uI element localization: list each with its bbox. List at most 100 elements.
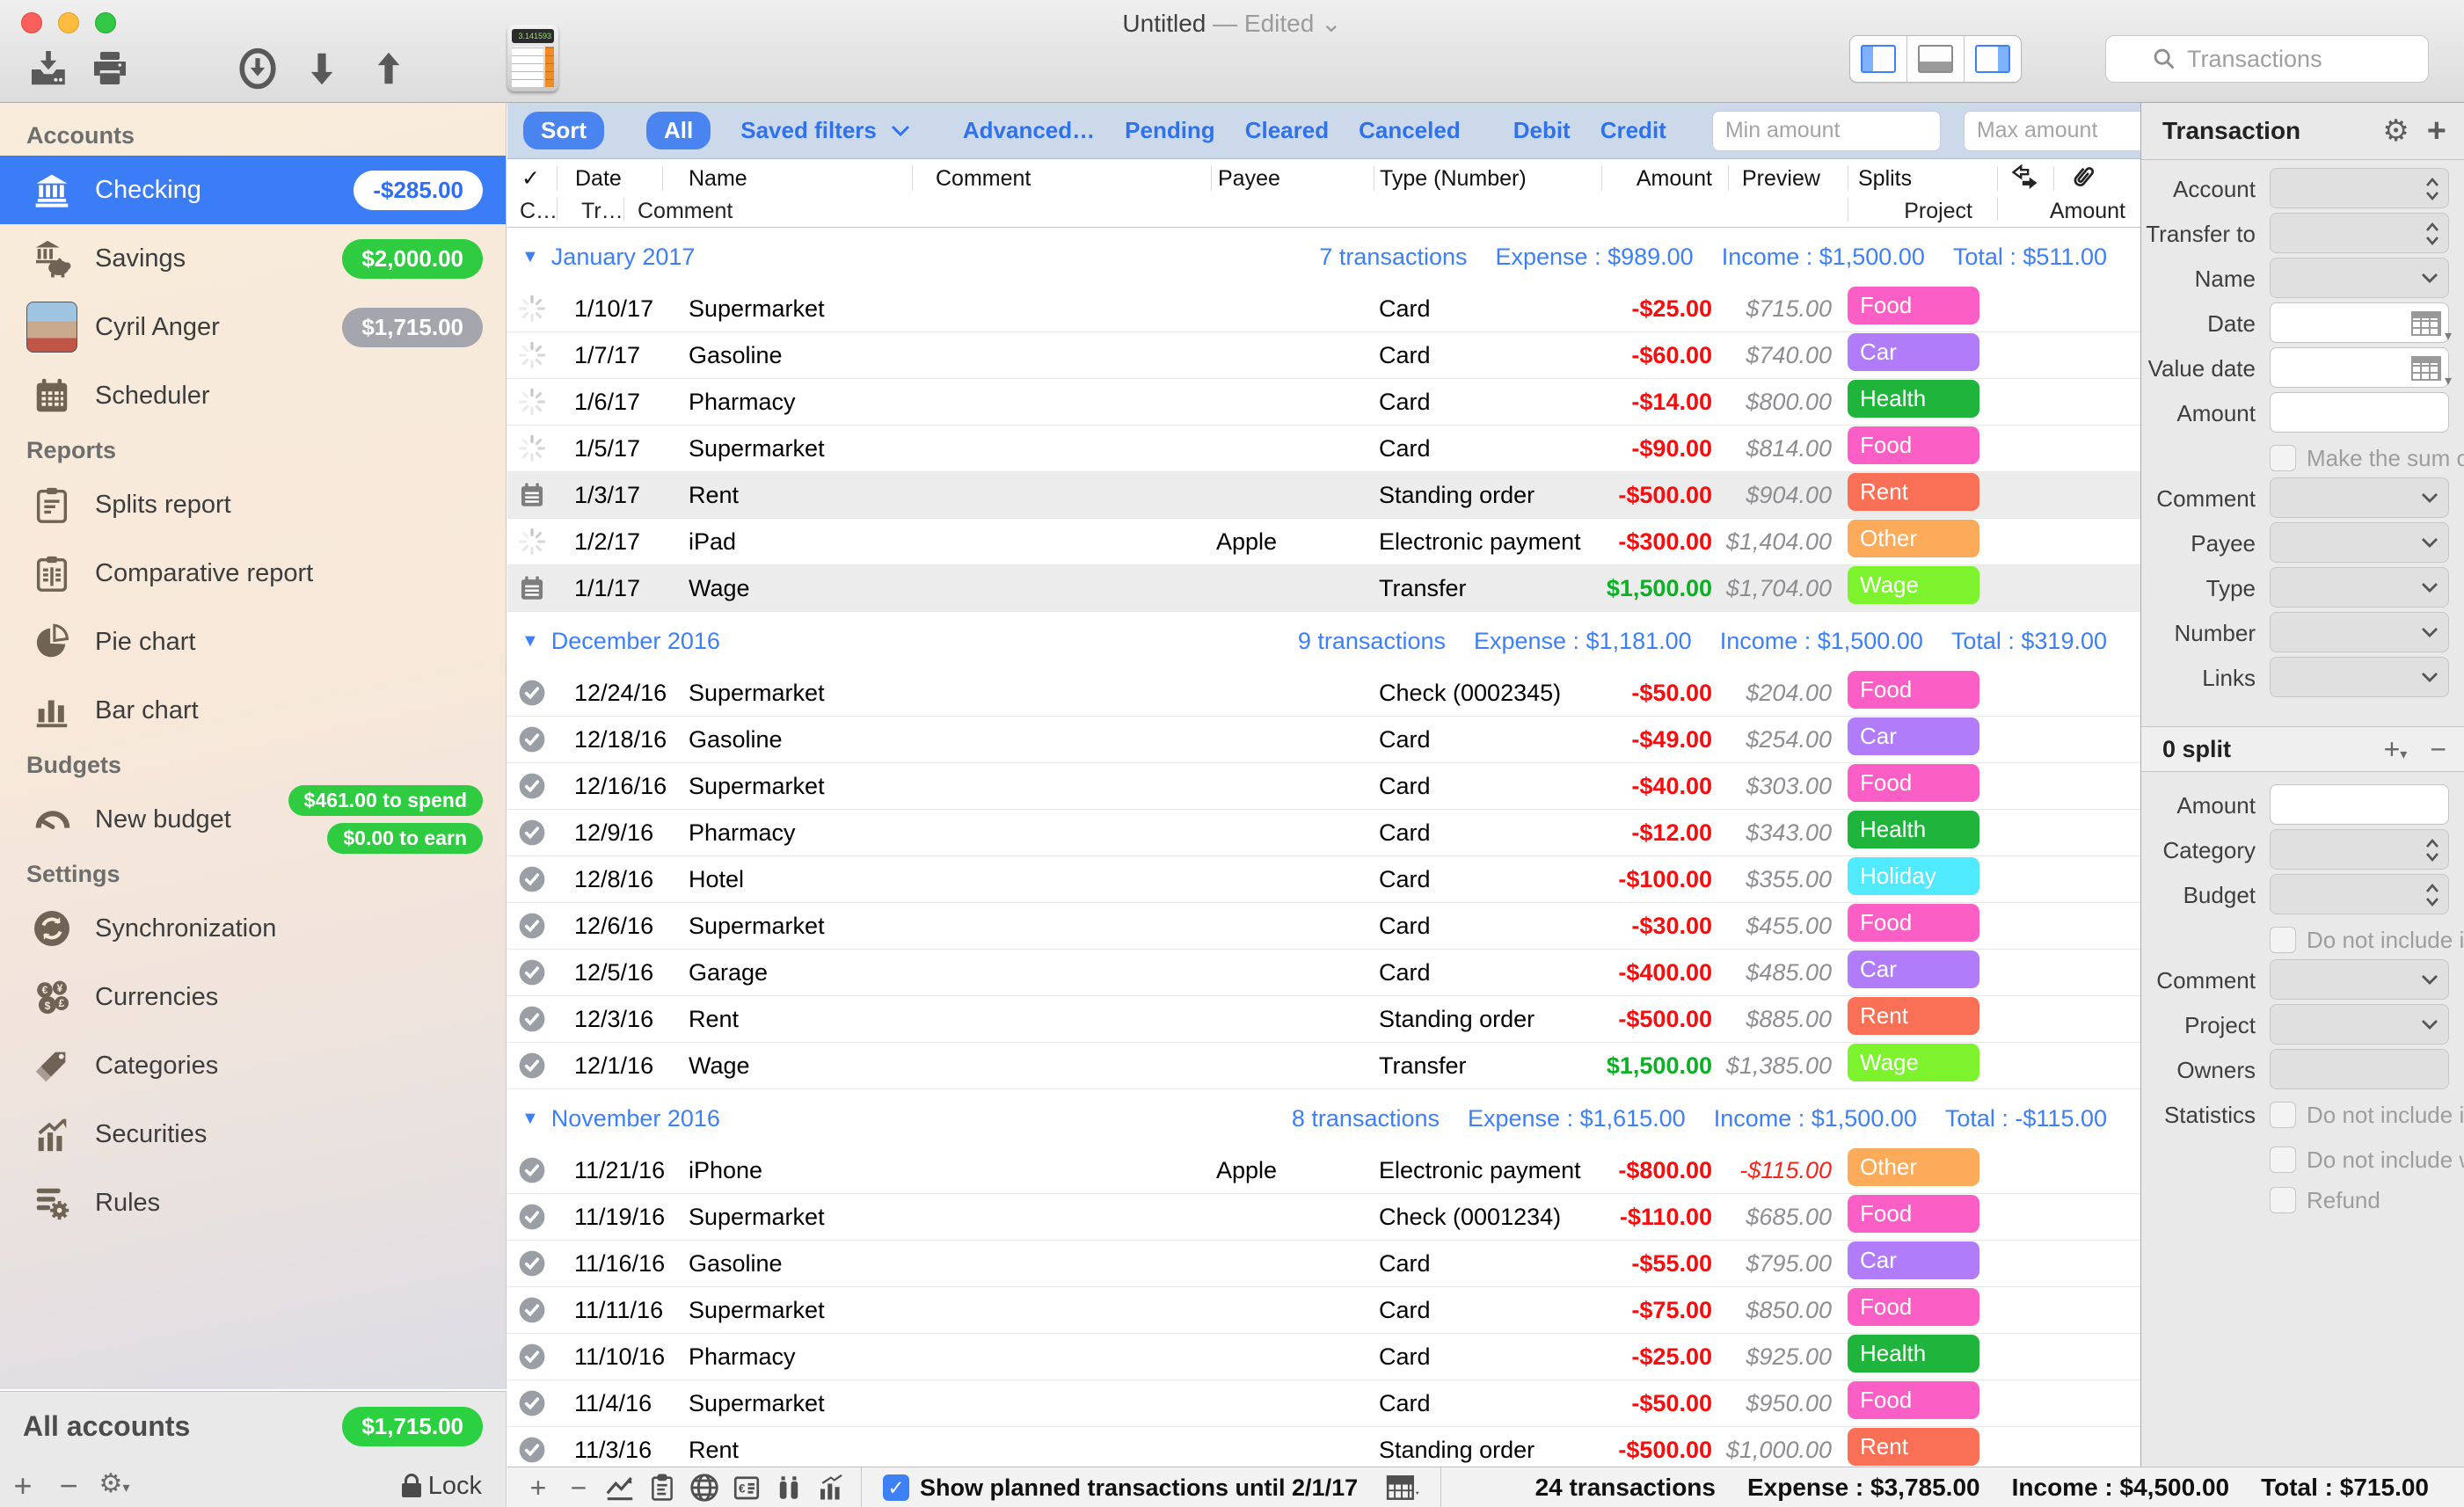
- split-field-checkbox[interactable]: [2270, 1187, 2296, 1213]
- show-planned-checkbox[interactable]: ✓: [883, 1474, 909, 1501]
- transaction-row[interactable]: 11/10/16PharmacyCard-$25.00$925.00Health: [507, 1334, 2140, 1380]
- col-payee[interactable]: Payee: [1218, 164, 1280, 193]
- sidebar-item-rules[interactable]: Rules: [0, 1168, 506, 1237]
- toggle-bottom-bar[interactable]: [1906, 36, 1964, 82]
- category-badge[interactable]: Food: [1848, 1381, 1979, 1419]
- col-attachment-icon[interactable]: [2066, 161, 2099, 189]
- chevron-down-icon[interactable]: [2420, 671, 2439, 683]
- transaction-row[interactable]: 12/24/16SupermarketCheck (0002345)-$50.0…: [507, 670, 2140, 717]
- category-badge[interactable]: Health: [1848, 1335, 1979, 1372]
- chevron-down-icon[interactable]: [2420, 272, 2439, 284]
- chevron-down-icon[interactable]: [2420, 1018, 2439, 1030]
- transaction-row[interactable]: 1/1/17WageTransfer$1,500.00$1,704.00Wage: [507, 565, 2140, 612]
- disclosure-triangle-icon[interactable]: ▼: [521, 1109, 539, 1129]
- col-name[interactable]: Name: [689, 164, 747, 193]
- inspector-field-account-stepper[interactable]: [2270, 168, 2449, 208]
- sidebar-gear-icon[interactable]: ⚙▾: [91, 1465, 137, 1507]
- toggle-right-sidebar[interactable]: [1964, 36, 2021, 82]
- transaction-row[interactable]: 12/9/16PharmacyCard-$12.00$343.00Health: [507, 810, 2140, 856]
- transaction-row[interactable]: 11/21/16iPhoneAppleElectronic payment-$8…: [507, 1147, 2140, 1194]
- sort-button[interactable]: Sort: [523, 112, 604, 149]
- inspector-field-payee-dropdown[interactable]: [2270, 522, 2449, 563]
- inspector-add-icon[interactable]: +: [2427, 113, 2446, 150]
- chevron-down-icon[interactable]: [2420, 581, 2439, 593]
- sidebar-item-comparative-report[interactable]: Comparative report: [0, 539, 506, 608]
- split-field-amount-input[interactable]: [2270, 784, 2449, 825]
- split-field-checkbox[interactable]: [2270, 927, 2296, 953]
- category-badge[interactable]: Holiday: [1848, 857, 1979, 895]
- add-transaction-button[interactable]: +: [518, 1472, 558, 1504]
- sidebar-item-securities[interactable]: Securities: [0, 1100, 506, 1168]
- transaction-row[interactable]: 1/2/17iPadAppleElectronic payment-$300.0…: [507, 519, 2140, 565]
- transaction-row[interactable]: 12/18/16GasolineCard-$49.00$254.00Car: [507, 717, 2140, 763]
- sidebar-item-savings[interactable]: Savings$2,000.00: [0, 224, 506, 293]
- calendar-picker-icon[interactable]: ▾: [2411, 311, 2441, 336]
- chevron-down-icon[interactable]: [2420, 973, 2439, 986]
- transaction-row[interactable]: 12/5/16GarageCard-$400.00$485.00Car: [507, 950, 2140, 996]
- transaction-row[interactable]: 11/4/16SupermarketCard-$50.00$950.00Food: [507, 1380, 2140, 1427]
- inspector-field-type-dropdown[interactable]: [2270, 567, 2449, 608]
- category-badge[interactable]: Other: [1848, 1148, 1979, 1186]
- category-badge[interactable]: Rent: [1848, 997, 1979, 1035]
- stepper-icon[interactable]: [2424, 881, 2441, 909]
- split-field-project-dropdown[interactable]: [2270, 1004, 2449, 1045]
- title-chevron-down-icon[interactable]: ⌄: [1321, 10, 1341, 37]
- inspector-field-name-dropdown[interactable]: [2270, 258, 2449, 298]
- category-badge[interactable]: Other: [1848, 520, 1979, 557]
- web-icon[interactable]: [683, 1471, 725, 1504]
- advanced-filter-button[interactable]: Advanced…: [963, 117, 1095, 144]
- subcol-comment[interactable]: Comment: [638, 198, 733, 224]
- col-amount[interactable]: Amount: [1601, 164, 1712, 193]
- balance-graph-icon[interactable]: [599, 1471, 641, 1504]
- category-badge[interactable]: Food: [1848, 671, 1979, 709]
- category-badge[interactable]: Food: [1848, 764, 1979, 802]
- sidebar-item-pie-chart[interactable]: Pie chart: [0, 608, 506, 676]
- category-badge[interactable]: Car: [1848, 950, 1979, 988]
- disclosure-triangle-icon[interactable]: ▼: [521, 247, 539, 267]
- inspector-field-number-dropdown[interactable]: [2270, 612, 2449, 652]
- saved-filters-chevron-icon[interactable]: [891, 125, 910, 137]
- inspector-field-comment-dropdown[interactable]: [2270, 477, 2449, 518]
- disclosure-triangle-icon[interactable]: ▼: [521, 631, 539, 652]
- stepper-icon[interactable]: [2424, 175, 2441, 203]
- sidebar-item-splits-report[interactable]: Splits report: [0, 470, 506, 539]
- print-icon[interactable]: [79, 44, 141, 93]
- transaction-row[interactable]: 1/5/17SupermarketCard-$90.00$814.00Food: [507, 426, 2140, 472]
- inspector-field-value-date-date[interactable]: ▾: [2270, 347, 2449, 388]
- category-badge[interactable]: Food: [1848, 1195, 1979, 1233]
- stepper-icon[interactable]: [2424, 220, 2441, 248]
- group-header[interactable]: ▼January 20177 transactionsExpense : $98…: [507, 228, 2140, 286]
- inspector-field-date-date[interactable]: ▾: [2270, 302, 2449, 343]
- category-badge[interactable]: Health: [1848, 380, 1979, 418]
- sidebar-item-cyril-anger[interactable]: Cyril Anger$1,715.00: [0, 293, 506, 361]
- remove-transaction-button[interactable]: −: [558, 1472, 599, 1504]
- search-input[interactable]: [2185, 45, 2382, 74]
- move-up-icon[interactable]: [355, 44, 422, 93]
- col-type[interactable]: Type (Number): [1380, 164, 1527, 193]
- picker-caret-icon[interactable]: ▾: [2445, 372, 2452, 389]
- picker-caret-icon[interactable]: ▾: [2445, 327, 2452, 345]
- min-amount-input[interactable]: [1712, 111, 1941, 151]
- category-badge[interactable]: Rent: [1848, 473, 1979, 511]
- transaction-row[interactable]: 1/3/17RentStanding order-$500.00$904.00R…: [507, 472, 2140, 519]
- saved-filters-button[interactable]: Saved filters: [740, 117, 877, 144]
- filter-pending-button[interactable]: Pending: [1125, 117, 1215, 144]
- category-badge[interactable]: Wage: [1848, 1044, 1979, 1081]
- transaction-row[interactable]: 12/16/16SupermarketCard-$40.00$303.00Foo…: [507, 763, 2140, 810]
- category-badge[interactable]: Food: [1848, 904, 1979, 942]
- sidebar-item-checking[interactable]: Checking-$285.00: [0, 156, 506, 224]
- split-field-checkbox[interactable]: [2270, 1102, 2296, 1128]
- split-field-budget-stepper[interactable]: [2270, 874, 2449, 914]
- subcol-c[interactable]: C…: [520, 198, 558, 224]
- transaction-row[interactable]: 11/3/16RentStanding order-$500.00$1,000.…: [507, 1427, 2140, 1467]
- calendar-picker-icon[interactable]: ▾: [2411, 356, 2441, 381]
- subcol-amount[interactable]: Amount: [2016, 198, 2125, 224]
- category-badge[interactable]: Food: [1848, 1288, 1979, 1326]
- transaction-row[interactable]: 11/16/16GasolineCard-$55.00$795.00Car: [507, 1241, 2140, 1287]
- chevron-down-icon[interactable]: [2420, 626, 2439, 638]
- filter-cleared-button[interactable]: Cleared: [1245, 117, 1329, 144]
- filter-canceled-button[interactable]: Canceled: [1359, 117, 1461, 144]
- category-badge[interactable]: Car: [1848, 333, 1979, 371]
- report-icon[interactable]: [641, 1471, 683, 1504]
- download-circle-icon[interactable]: [227, 44, 288, 93]
